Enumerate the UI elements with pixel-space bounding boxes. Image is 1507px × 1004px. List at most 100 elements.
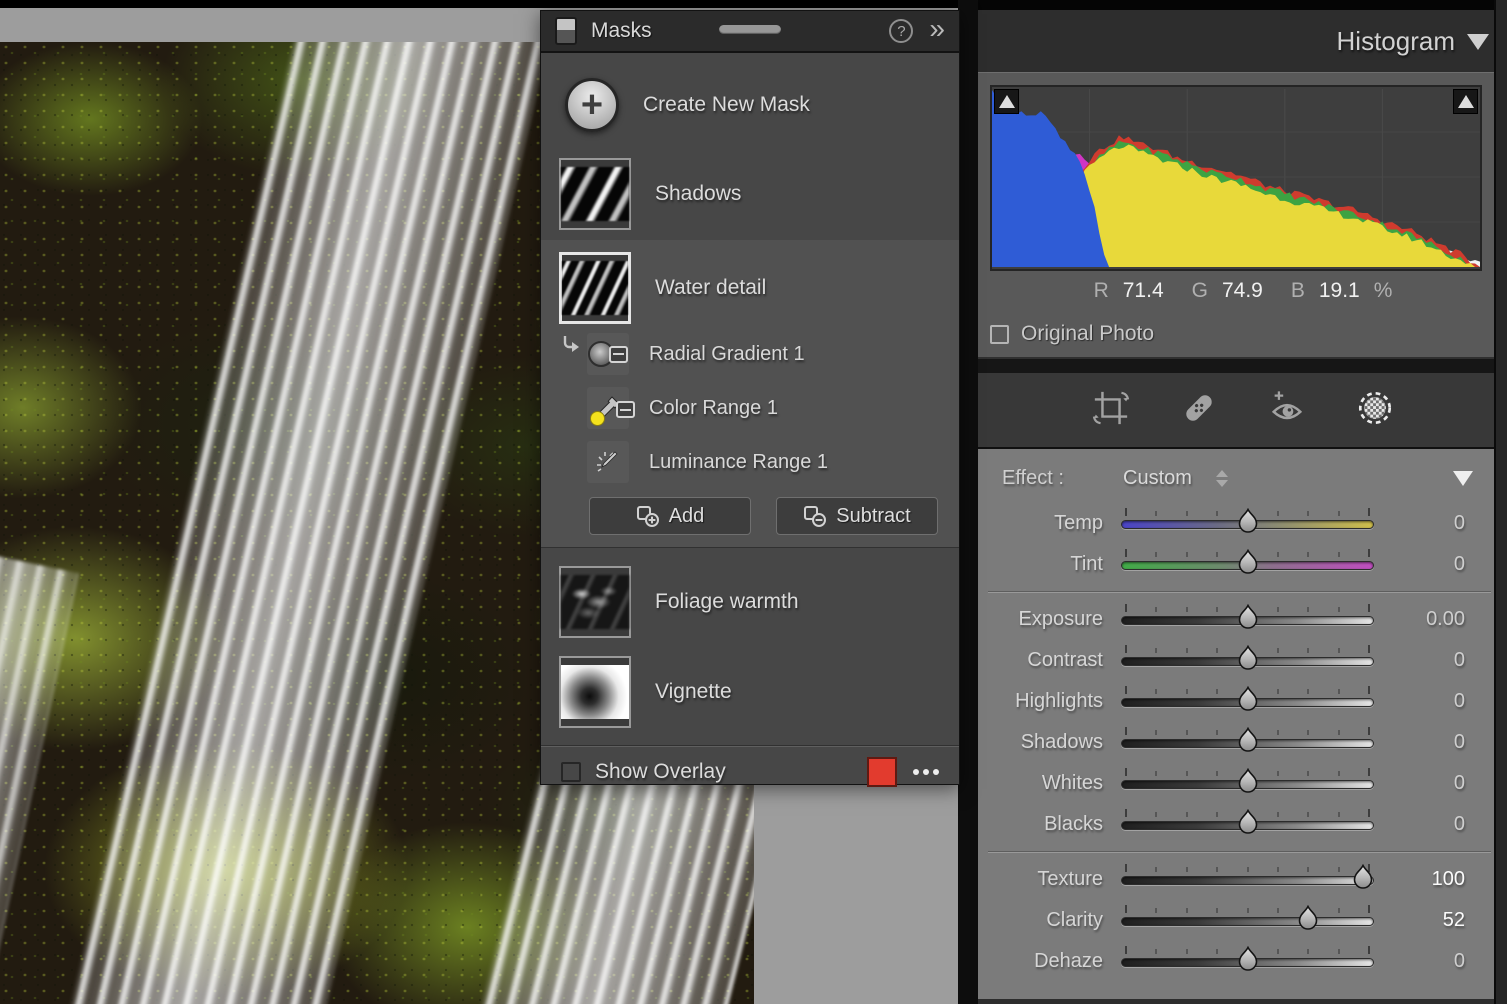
shadows-slider-row: Shadows 0 xyxy=(978,722,1507,763)
overlay-color-swatch[interactable] xyxy=(867,757,897,787)
slider-label: Dehaze xyxy=(978,950,1103,973)
clarity-slider-track[interactable] xyxy=(1121,917,1374,926)
add-button[interactable]: Add xyxy=(589,497,751,535)
collapse-triangle-icon[interactable] xyxy=(1453,471,1473,486)
add-button-label: Add xyxy=(669,505,705,528)
percent-label: % xyxy=(1374,279,1393,303)
show-overlay-checkbox[interactable] xyxy=(561,762,581,782)
whites-slider-row: Whites0 xyxy=(978,763,1507,804)
masks-panel-title: Masks xyxy=(591,19,652,43)
highlight-clipping-indicator[interactable] xyxy=(1453,89,1478,114)
effect-preset-dropdown[interactable]: Custom xyxy=(1123,467,1192,490)
panel-scrollbar[interactable] xyxy=(1494,0,1507,1004)
mask-item-foliage-warmth[interactable]: Foliage warmth xyxy=(541,563,959,641)
dehaze-slider-row: Dehaze0 xyxy=(978,941,1507,982)
mask-item-vignette[interactable]: Vignette xyxy=(541,653,959,731)
radial-gradient-icon xyxy=(587,333,629,375)
r-label: R xyxy=(1094,279,1109,303)
more-options-icon[interactable] xyxy=(913,769,939,775)
contrast-slider-handle[interactable] xyxy=(1237,645,1259,672)
histogram-layer-yellow xyxy=(1065,144,1475,267)
divider xyxy=(541,745,959,747)
show-overlay-label: Show Overlay xyxy=(595,760,726,784)
histogram-header: Histogram xyxy=(978,10,1507,72)
mask-thumbnail xyxy=(559,566,631,638)
slider-value: 0 xyxy=(1454,649,1465,672)
mask-component-radial-gradient[interactable]: Radial Gradient 1 xyxy=(541,327,959,381)
crop-tool-icon[interactable] xyxy=(1092,389,1130,432)
mask-component-luminance-range[interactable]: Luminance Range 1 xyxy=(541,435,959,489)
help-icon[interactable]: ? xyxy=(889,19,913,43)
slider-label: Shadows xyxy=(978,731,1103,754)
create-new-mask-button[interactable]: + Create New Mask xyxy=(541,65,959,145)
effect-label: Effect : xyxy=(1002,467,1064,490)
original-photo-label: Original Photo xyxy=(1021,322,1154,346)
shadow-clipping-indicator[interactable] xyxy=(994,89,1019,114)
slider-value: 0.00 xyxy=(1426,608,1465,631)
slider-label: Texture xyxy=(978,868,1103,891)
shadows-slider-handle[interactable] xyxy=(1237,727,1259,754)
exposure-slider-handle[interactable] xyxy=(1237,604,1259,631)
red-eye-tool-icon[interactable] xyxy=(1268,389,1306,432)
section-separator xyxy=(978,359,1507,373)
slider-label: Blacks xyxy=(978,813,1103,836)
blacks-slider-row: Blacks0 xyxy=(978,804,1507,845)
whites-slider-handle[interactable] xyxy=(1237,768,1259,795)
healing-tool-icon[interactable] xyxy=(1180,389,1218,432)
slider-label: Exposure xyxy=(978,608,1103,631)
masks-panel: Masks ? » + Create New Mask Shadows Wate… xyxy=(540,10,960,785)
subtract-mask-icon xyxy=(803,505,827,527)
blacks-slider-handle[interactable] xyxy=(1237,809,1259,836)
mask-component-color-range[interactable]: Color Range 1 xyxy=(541,381,959,435)
highlights-slider-handle[interactable] xyxy=(1237,686,1259,713)
histogram-plot[interactable] xyxy=(990,85,1482,271)
collapse-triangle-icon[interactable] xyxy=(1467,34,1489,50)
slider-value: 0 xyxy=(1454,553,1465,576)
temp-slider-handle[interactable] xyxy=(1237,508,1259,535)
selected-mask-group: Water detail Radial Gradient 1 xyxy=(541,241,959,547)
mask-thumbnail xyxy=(559,158,631,230)
slider-label: Whites xyxy=(978,772,1103,795)
tint-slider-row: Tint0 xyxy=(978,544,1507,585)
texture-slider-row: Texture100 xyxy=(978,859,1507,900)
subtract-button-label: Subtract xyxy=(836,505,910,528)
slider-label: Contrast xyxy=(978,649,1103,672)
clarity-slider-row: Clarity52 xyxy=(978,900,1507,941)
sampled-color-dot xyxy=(590,411,605,426)
collapse-panel-icon[interactable]: » xyxy=(929,19,945,39)
mask-item-water-detail[interactable]: Water detail xyxy=(541,249,959,327)
component-label: Radial Gradient 1 xyxy=(649,343,805,366)
plus-icon: + xyxy=(565,78,619,132)
b-label: B xyxy=(1291,279,1305,303)
slider-value: 0 xyxy=(1454,731,1465,754)
preset-stepper-icon[interactable] xyxy=(1216,470,1228,487)
waterfall-stream xyxy=(32,42,557,1004)
panel-drag-handle[interactable] xyxy=(719,25,781,34)
subtract-button[interactable]: Subtract xyxy=(776,497,938,535)
texture-slider-handle[interactable] xyxy=(1352,864,1374,891)
slider-ticks xyxy=(1125,904,1370,913)
dehaze-slider-handle[interactable] xyxy=(1237,946,1259,973)
masking-tool-icon[interactable] xyxy=(1356,389,1394,432)
panel-top-edge xyxy=(978,0,1507,10)
group-divider xyxy=(988,851,1491,853)
slider-label: Temp xyxy=(978,512,1103,535)
mask-label: Shadows xyxy=(655,182,741,206)
panel-edge-divider xyxy=(958,0,978,1004)
component-label: Color Range 1 xyxy=(649,397,778,420)
tint-slider-handle[interactable] xyxy=(1237,549,1259,576)
add-mask-icon xyxy=(636,505,660,527)
color-range-icon xyxy=(587,387,629,429)
slider-value: 0 xyxy=(1454,690,1465,713)
effect-panel: Effect : Custom Temp0Tint0Exposure0.00Co… xyxy=(978,449,1507,999)
lightroom-app: Masks ? » + Create New Mask Shadows Wate… xyxy=(0,0,1507,1004)
clarity-slider-handle[interactable] xyxy=(1297,905,1319,932)
rgb-readout: R 71.4 G 74.9 B 19.1 % xyxy=(990,271,1482,311)
mask-label: Vignette xyxy=(655,680,732,704)
subtract-badge-icon xyxy=(609,346,628,363)
original-photo-checkbox[interactable] xyxy=(990,325,1009,344)
mask-item-shadows[interactable]: Shadows xyxy=(541,155,959,233)
slider-label: Clarity xyxy=(978,909,1103,932)
texture-slider-track[interactable] xyxy=(1121,876,1374,885)
mask-panel-icon xyxy=(555,17,577,45)
